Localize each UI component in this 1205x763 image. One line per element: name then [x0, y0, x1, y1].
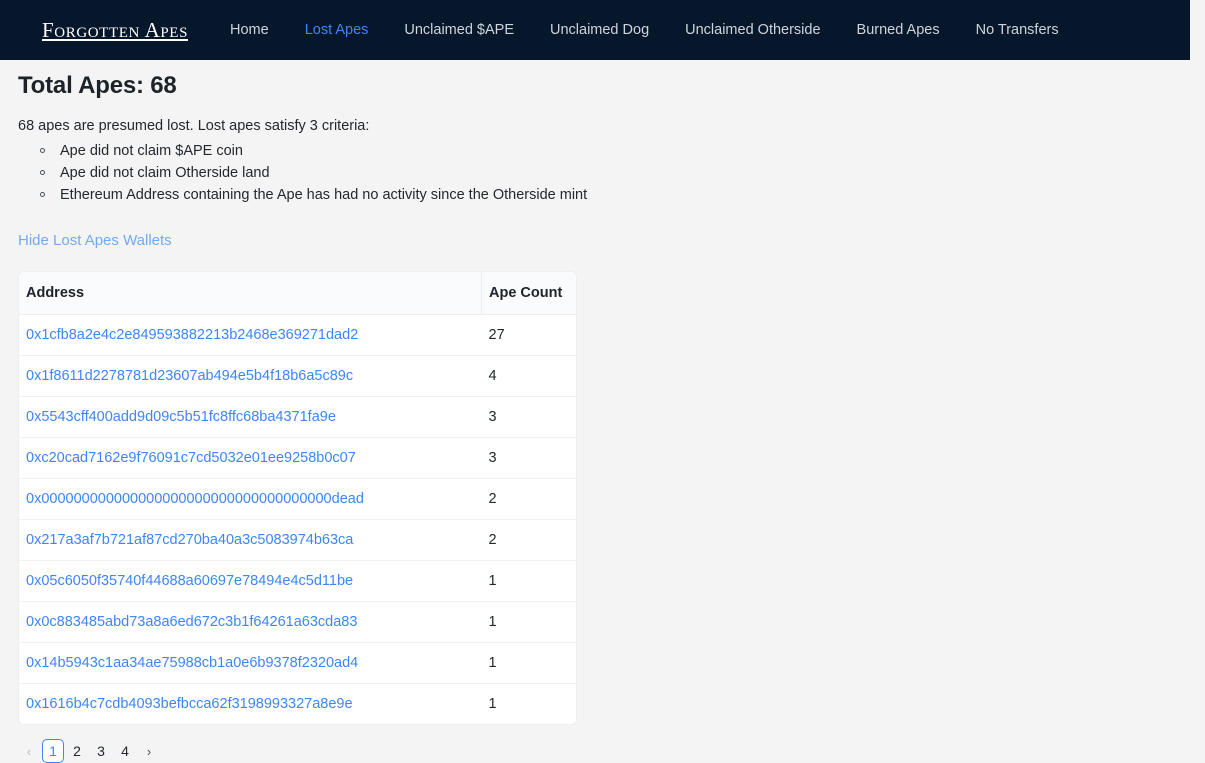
- nav-link-burned-apes[interactable]: Burned Apes: [857, 16, 940, 44]
- cell-ape-count: 4: [481, 355, 576, 397]
- table-row: 0x000000000000000000000000000000000000de…: [19, 478, 576, 520]
- nav-link-no-transfers[interactable]: No Transfers: [976, 16, 1059, 44]
- summary-text: 68 apes are presumed lost. Lost apes sat…: [18, 118, 370, 134]
- cell-address: 0x1cfb8a2e4c2e849593882213b2468e369271da…: [19, 314, 482, 356]
- pagination-page-3[interactable]: 3: [90, 739, 112, 763]
- address-link[interactable]: 0x5543cff400add9d09c5b51fc8ffc68ba4371fa…: [26, 409, 336, 425]
- nav-link-unclaimed-dog[interactable]: Unclaimed Dog: [550, 16, 649, 44]
- address-link[interactable]: 0x000000000000000000000000000000000000de…: [26, 491, 364, 507]
- table-row: 0x14b5943c1aa34ae75988cb1a0e6b9378f2320a…: [19, 642, 576, 684]
- main-content: Total Apes: 68 68 apes are presumed lost…: [0, 60, 1190, 763]
- cell-ape-count: 3: [481, 437, 576, 479]
- lost-apes-wallets-table: Address Ape Count 0x1cfb8a2e4c2e84959388…: [18, 271, 577, 725]
- hide-lost-apes-wallets-link[interactable]: Hide Lost Apes Wallets: [0, 206, 172, 249]
- table-row: 0x1f8611d2278781d23607ab494e5b4f18b6a5c8…: [19, 355, 576, 397]
- cell-ape-count: 1: [481, 601, 576, 643]
- cell-address: 0x5543cff400add9d09c5b51fc8ffc68ba4371fa…: [19, 396, 482, 438]
- pagination-page-2[interactable]: 2: [66, 739, 88, 763]
- cell-address: 0x000000000000000000000000000000000000de…: [19, 478, 482, 520]
- cell-address: 0x0c883485abd73a8a6ed672c3b1f64261a63cda…: [19, 601, 482, 643]
- table-body: 0x1cfb8a2e4c2e849593882213b2468e369271da…: [19, 314, 576, 725]
- address-link[interactable]: 0x1f8611d2278781d23607ab494e5b4f18b6a5c8…: [26, 368, 353, 384]
- column-header-ape-count: Ape Count: [481, 272, 576, 315]
- address-link[interactable]: 0xc20cad7162e9f76091c7cd5032e01ee9258b0c…: [26, 450, 356, 466]
- table-row: 0xc20cad7162e9f76091c7cd5032e01ee9258b0c…: [19, 437, 576, 479]
- cell-address: 0x217a3af7b721af87cd270ba40a3c5083974b63…: [19, 519, 482, 561]
- nav-link-lost-apes[interactable]: Lost Apes: [305, 16, 369, 44]
- address-link[interactable]: 0x14b5943c1aa34ae75988cb1a0e6b9378f2320a…: [26, 655, 358, 671]
- cell-address: 0x1f8611d2278781d23607ab494e5b4f18b6a5c8…: [19, 355, 482, 397]
- table-row: 0x0c883485abd73a8a6ed672c3b1f64261a63cda…: [19, 601, 576, 643]
- cell-ape-count: 2: [481, 519, 576, 561]
- brand-logo[interactable]: Forgotten Apes: [42, 18, 188, 43]
- cell-ape-count: 2: [481, 478, 576, 520]
- address-link[interactable]: 0x1616b4c7cdb4093befbcca62f3198993327a8e…: [26, 696, 353, 712]
- cell-address: 0xc20cad7162e9f76091c7cd5032e01ee9258b0c…: [19, 437, 482, 479]
- address-link[interactable]: 0x217a3af7b721af87cd270ba40a3c5083974b63…: [26, 532, 353, 548]
- criteria-item: Ape did not claim $APE coin: [38, 140, 1190, 162]
- cell-ape-count: 3: [481, 396, 576, 438]
- cell-address: 0x14b5943c1aa34ae75988cb1a0e6b9378f2320a…: [19, 642, 482, 684]
- criteria-item: Ape did not claim Otherside land: [38, 162, 1190, 184]
- pagination-page-4[interactable]: 4: [114, 739, 136, 763]
- cell-ape-count: 1: [481, 560, 576, 602]
- nav-link-unclaimed-ape[interactable]: Unclaimed $APE: [404, 16, 514, 44]
- page-title: Total Apes: 68: [18, 72, 177, 99]
- table-row: 0x1616b4c7cdb4093befbcca62f3198993327a8e…: [19, 684, 576, 725]
- cell-ape-count: 1: [488, 696, 497, 712]
- top-navbar: Forgotten Apes Home Lost Apes Unclaimed …: [0, 0, 1190, 60]
- table-row: 0x5543cff400add9d09c5b51fc8ffc68ba4371fa…: [19, 396, 576, 438]
- criteria-list: Ape did not claim $APE coin Ape did not …: [0, 140, 1190, 206]
- cell-ape-count: 1: [481, 642, 576, 684]
- address-link[interactable]: 0x0c883485abd73a8a6ed672c3b1f64261a63cda…: [26, 614, 357, 630]
- nav-links: Home Lost Apes Unclaimed $APE Unclaimed …: [230, 16, 1095, 44]
- table-row: 0x217a3af7b721af87cd270ba40a3c5083974b63…: [19, 519, 576, 561]
- table-header-row: Address Ape Count: [19, 272, 576, 315]
- column-header-address: Address: [19, 272, 482, 315]
- criteria-item: Ethereum Address containing the Ape has …: [38, 184, 1190, 206]
- cell-ape-count: 27: [481, 314, 576, 356]
- address-link[interactable]: 0x05c6050f35740f44688a60697e78494e4c5d11…: [26, 573, 353, 589]
- cell-address: 0x1616b4c7cdb4093befbcca62f3198993327a8e…: [19, 684, 482, 725]
- pagination-page-1[interactable]: 1: [42, 739, 64, 763]
- pagination-prev-icon[interactable]: ‹: [18, 739, 40, 763]
- table-row: 0x1cfb8a2e4c2e849593882213b2468e369271da…: [19, 314, 576, 356]
- pagination: ‹ 1 2 3 4 ›: [18, 739, 1190, 763]
- address-link[interactable]: 0x1cfb8a2e4c2e849593882213b2468e369271da…: [26, 327, 358, 343]
- pagination-next-icon[interactable]: ›: [138, 739, 160, 763]
- nav-link-unclaimed-otherside[interactable]: Unclaimed Otherside: [685, 16, 820, 44]
- cell-address: 0x05c6050f35740f44688a60697e78494e4c5d11…: [19, 560, 482, 602]
- table-row: 0x05c6050f35740f44688a60697e78494e4c5d11…: [19, 560, 576, 602]
- nav-link-home[interactable]: Home: [230, 16, 269, 44]
